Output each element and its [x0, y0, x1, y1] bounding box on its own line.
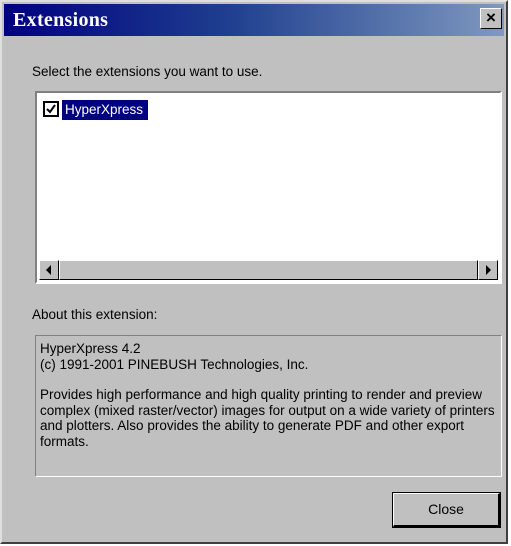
close-icon[interactable]: ×: [480, 8, 502, 29]
scroll-left-button[interactable]: [39, 260, 59, 280]
close-button[interactable]: Close: [392, 492, 501, 528]
window-title: Extensions: [13, 9, 109, 31]
checkbox-hyperxpress[interactable]: [43, 101, 59, 117]
title-bar[interactable]: Extensions ×: [4, 4, 504, 36]
about-version: HyperXpress 4.2: [40, 341, 141, 356]
arrow-left-icon: [46, 265, 51, 275]
extensions-list[interactable]: HyperXpress: [35, 91, 502, 284]
about-copyright: (c) 1991-2001 PINEBUSH Technologies, Inc…: [40, 356, 309, 372]
about-description: Provides high performance and high quali…: [40, 387, 495, 449]
extensions-dialog: Extensions × Select the extensions you w…: [0, 0, 508, 544]
about-text-box: HyperXpress 4.2 (c) 1991-2001 PINEBUSH T…: [35, 335, 502, 477]
horizontal-scrollbar[interactable]: [39, 260, 498, 280]
arrow-right-icon: [486, 265, 491, 275]
select-prompt: Select the extensions you want to use.: [32, 64, 263, 79]
about-heading: About this extension:: [32, 307, 158, 322]
scroll-thumb[interactable]: [59, 260, 478, 280]
scroll-right-button[interactable]: [478, 260, 498, 280]
checkmark-icon: [46, 104, 56, 114]
extension-label: HyperXpress: [62, 100, 149, 120]
